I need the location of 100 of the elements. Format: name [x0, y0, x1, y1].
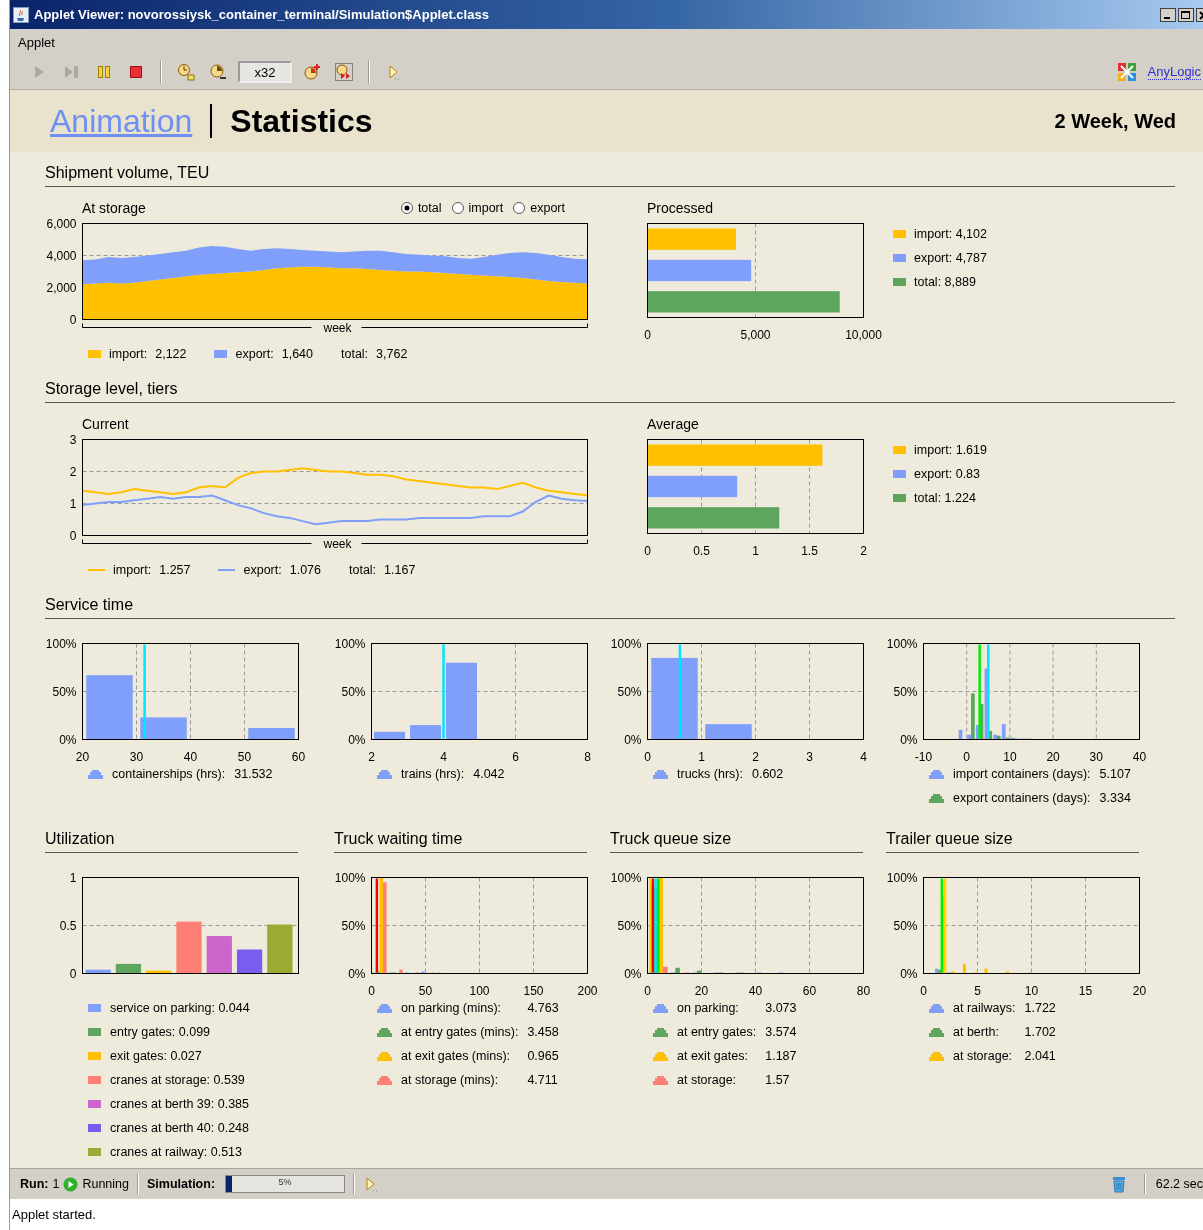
axis-label: 0 — [644, 543, 651, 558]
axis-label: 100% — [886, 636, 918, 651]
axis-label: 50% — [893, 684, 918, 699]
legend-label: export: 0.83 — [914, 466, 980, 482]
axis-label: 4 — [440, 749, 447, 764]
section-heading: Shipment volume, TEU — [45, 152, 1175, 187]
legend-value: 4.763 — [527, 1000, 559, 1016]
axis-label: 30 — [129, 749, 144, 764]
run-number: 1 — [52, 1177, 60, 1191]
legend-label: export containers (days): — [953, 790, 1091, 806]
legend-label: trains (hrs): — [401, 766, 465, 782]
axis-label: 100% — [334, 870, 366, 885]
legend-value: 1.722 — [1024, 1000, 1056, 1016]
legend-value: 3.073 — [765, 1000, 797, 1016]
axis-label: 50% — [341, 684, 366, 699]
axis-label: 1 — [698, 749, 705, 764]
legend-value: 0.965 — [527, 1048, 559, 1064]
legend-value: 1,640 — [281, 346, 313, 362]
axis-label: 50 — [418, 983, 433, 998]
axis-label: 50% — [617, 918, 642, 933]
legend-label: at storage: — [677, 1072, 738, 1088]
axis-label: 2 — [752, 749, 759, 764]
axis-label: 0 — [644, 327, 651, 342]
axis-label: 80 — [856, 983, 871, 998]
axis-label: 1 — [752, 543, 759, 558]
axis-label: 50% — [341, 918, 366, 933]
chart-title: Current — [82, 416, 129, 432]
legend-label: total: 8,889 — [914, 274, 976, 290]
axis-title: week — [323, 536, 352, 551]
legend-label: at storage: — [953, 1048, 1014, 1064]
axis-label: 50% — [52, 684, 77, 699]
legend-value: 4.711 — [527, 1072, 559, 1088]
legend-label: at entry gates: — [677, 1024, 757, 1040]
axis-label: 40 — [183, 749, 198, 764]
legend-label: entry gates: 0.099 — [110, 1024, 212, 1040]
axis-label: 0% — [59, 732, 77, 747]
axis-label: 50 — [237, 749, 252, 764]
legend-value: 4.042 — [473, 766, 505, 782]
progress-text: 5% — [277, 1177, 293, 1187]
legend-label: on parking (mins): — [401, 1000, 503, 1016]
axis-label: 50% — [893, 918, 918, 933]
axis-title: week — [323, 320, 352, 335]
panel-heading: Truck queue size — [610, 812, 863, 853]
legend-label: total: — [349, 562, 377, 578]
axis-label: 2,000 — [46, 280, 77, 295]
legend-label: import: — [109, 346, 148, 362]
axis-label: 0% — [900, 732, 918, 747]
run-state: Running — [82, 1177, 129, 1191]
legend-label: export: — [235, 346, 274, 362]
legend-value: 2,122 — [155, 346, 187, 362]
axis-label: 20 — [1046, 749, 1060, 764]
status-message: Applet started. — [12, 1206, 96, 1222]
section-heading: Service time — [45, 584, 1175, 619]
axis-label: 10 — [1003, 749, 1017, 764]
axis-label: 10 — [1024, 983, 1039, 998]
axis-label: 2 — [860, 543, 867, 558]
legend-label: cranes at railway: 0.513 — [110, 1144, 243, 1160]
elapsed-time: 62.2 sec — [1155, 1177, 1203, 1191]
axis-label: 1.5 — [801, 543, 818, 558]
axis-label: 100 — [469, 983, 490, 998]
legend-value: 1.257 — [159, 562, 191, 578]
axis-label: 200 — [577, 983, 598, 998]
axis-label: 0 — [963, 749, 971, 764]
axis-label: 20 — [694, 983, 709, 998]
legend-label: service on parking: 0.044 — [110, 1000, 250, 1016]
legend-label: at exit gates (mins): — [401, 1048, 512, 1064]
legend-label: containerships (hrs): — [112, 766, 226, 782]
axis-label: 0% — [624, 966, 642, 981]
axis-label: 10,000 — [845, 327, 882, 342]
axis-label: 3 — [806, 749, 813, 764]
legend-label: import: 1.619 — [914, 442, 987, 458]
legend-value: 1.076 — [289, 562, 321, 578]
legend-label: import: — [113, 562, 152, 578]
axis-label: 6 — [512, 749, 519, 764]
run-label: Run: — [20, 1177, 49, 1191]
axis-label: 4 — [860, 749, 867, 764]
panel-heading: Trailer queue size — [886, 812, 1139, 853]
axis-label: 0 — [69, 312, 77, 327]
legend-value: 1.167 — [384, 562, 416, 578]
model-time: 2 Week, Wed — [1054, 109, 1176, 133]
axis-label: 60 — [802, 983, 817, 998]
legend-label: import: 4,102 — [914, 226, 987, 242]
axis-label: 0% — [348, 732, 366, 747]
axis-label: 0 — [368, 983, 375, 998]
axis-label: 4,000 — [46, 248, 77, 263]
legend-label: at railways: — [953, 1000, 1016, 1016]
axis-label: 1 — [69, 496, 77, 511]
legend-label: total: 1.224 — [914, 490, 976, 506]
axis-label: 0 — [69, 528, 77, 543]
legend-label: import containers (days): — [953, 766, 1091, 782]
legend-value: 5.107 — [1099, 766, 1131, 782]
simulation-label: Simulation: — [147, 1177, 216, 1191]
axis-label: 0% — [900, 966, 918, 981]
chart-title: Processed — [647, 200, 714, 216]
axis-label: 50% — [617, 684, 642, 699]
legend-value: 3.574 — [765, 1024, 797, 1040]
axis-label: 100% — [45, 636, 77, 651]
axis-label: 40 — [1132, 749, 1147, 764]
axis-label: 60 — [291, 749, 306, 764]
axis-label: 8 — [584, 749, 591, 764]
